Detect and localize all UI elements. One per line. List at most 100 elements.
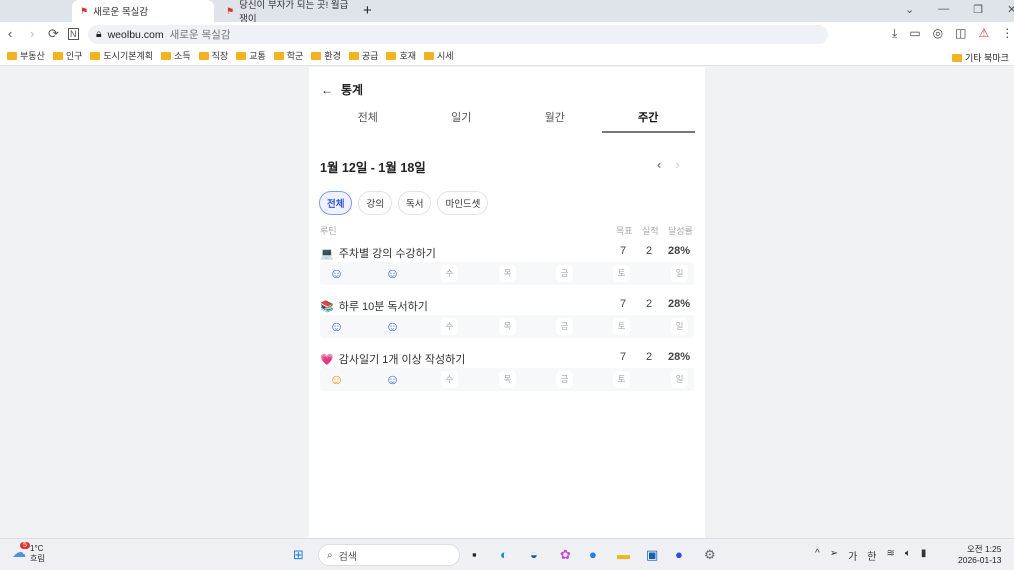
filter-chip[interactable]: 독서 xyxy=(397,191,432,215)
windows-start-icon[interactable]: ⊞ xyxy=(293,547,304,563)
split-view-icon[interactable]: ◫ xyxy=(955,26,966,41)
period-tabs: 전체 일기 월간 주간 xyxy=(321,109,695,133)
bookmark-folder[interactable]: 도시기본계획 xyxy=(90,49,153,62)
day-cell[interactable]: 목 xyxy=(499,265,516,282)
filter-chip[interactable]: 강의 xyxy=(358,191,392,215)
back-icon[interactable]: ‹ xyxy=(8,26,12,41)
bing-icon[interactable]: ● xyxy=(675,547,683,562)
books-icon: 📚 xyxy=(320,300,334,313)
routine-row: 💻 주차별 강의 수강하기 7 2 28% ☺ ☺ 수 목 금 토 일 xyxy=(320,245,694,295)
bookmarks-bar: 부동산 인구 도시기본계획 소득 직장 교통 학군 환경 공급 호재 시세 xyxy=(0,46,1014,66)
other-bookmarks[interactable]: 기타 북마크 xyxy=(952,51,1009,64)
filter-chip[interactable]: 전체 xyxy=(319,191,353,215)
smiley-check-icon[interactable]: ☺ xyxy=(328,265,345,282)
weather-desc: 흐림 xyxy=(30,554,45,563)
bookmark-folder[interactable]: 호재 xyxy=(386,49,416,62)
day-cell[interactable]: 수 xyxy=(441,371,458,388)
filter-chip[interactable]: 마인드셋 xyxy=(437,191,489,215)
bookmark-folder[interactable]: 직장 xyxy=(198,49,228,62)
prev-week-icon[interactable]: ‹ xyxy=(657,157,661,172)
lock-icon: 🔒︎ xyxy=(96,28,102,40)
task-view-icon[interactable]: ▪ xyxy=(472,547,477,562)
day-cell[interactable]: 일 xyxy=(671,318,688,335)
stats-page: ← 통계 전체 일기 월간 주간 1월 12일 - 1월 18일 ‹ › 전체 강의 독서 마인… xyxy=(309,67,705,538)
tab-period[interactable]: 일기 xyxy=(415,109,509,133)
day-cell[interactable]: 토 xyxy=(613,265,630,282)
screenshot-icon[interactable]: ◎ xyxy=(933,26,943,41)
search-label: 검색 xyxy=(338,551,358,563)
day-cell[interactable]: 수 xyxy=(441,318,458,335)
bookmark-folder[interactable]: 소득 xyxy=(161,49,191,62)
day-cell[interactable]: 일 xyxy=(671,371,688,388)
app-icon[interactable]: ◒ xyxy=(530,547,538,562)
warning-icon[interactable]: ⚠ xyxy=(978,26,989,41)
new-tab-button[interactable]: + xyxy=(363,2,372,19)
day-cell[interactable]: 일 xyxy=(671,265,688,282)
copilot-icon[interactable]: ✿ xyxy=(560,547,571,563)
weather-widget[interactable]: ☁ 5 1°C 흐림 xyxy=(12,542,45,564)
quick-assist-icon[interactable]: ● xyxy=(589,547,597,562)
header-routine: 루틴 xyxy=(320,226,337,236)
chevron-up-icon[interactable]: ^ xyxy=(815,548,820,563)
edge-icon[interactable]: ◐ xyxy=(500,547,508,562)
smiley-check-icon[interactable]: ☺ xyxy=(384,265,401,282)
ime-mode[interactable]: 가 xyxy=(848,548,857,563)
bookmark-folder[interactable]: 공급 xyxy=(348,49,378,62)
minimize-icon[interactable]: — xyxy=(938,3,949,16)
date-range: 1월 12일 - 1월 18일 xyxy=(320,161,426,175)
routine-name: 📚 하루 10분 독서하기 xyxy=(320,298,428,314)
day-cell[interactable]: 금 xyxy=(556,371,573,388)
extension-n-icon[interactable]: N xyxy=(68,28,79,40)
bookmark-folder[interactable]: 교통 xyxy=(236,49,266,62)
restore-icon[interactable]: ❐ xyxy=(973,3,983,16)
day-row: ☺ ☺ 수 목 금 토 일 xyxy=(320,368,694,391)
wifi-icon[interactable]: ≋ xyxy=(887,548,895,563)
day-cell[interactable]: 토 xyxy=(613,371,630,388)
tab-period[interactable]: 월간 xyxy=(508,109,602,133)
day-row: ☺ ☺ 수 목 금 토 일 xyxy=(320,262,694,285)
tab-search-icon[interactable]: ⌄ xyxy=(905,3,914,16)
reload-icon[interactable]: ⟳ xyxy=(48,26,59,42)
day-row: ☺ ☺ 수 목 금 토 일 xyxy=(320,315,694,338)
url-input[interactable]: 🔒︎ weolbu.com 새로운 목실감 xyxy=(88,25,828,44)
day-cell[interactable]: 토 xyxy=(613,318,630,335)
smiley-check-icon[interactable]: ☺ xyxy=(328,318,345,335)
bookmark-folder[interactable]: 인구 xyxy=(52,49,82,62)
taskbar-search[interactable]: ⌕ 검색 xyxy=(318,544,460,566)
tab-active[interactable]: ⚑ 새로운 목실감 xyxy=(72,0,214,22)
bookmark-folder[interactable]: 시세 xyxy=(424,49,454,62)
smiley-check-icon[interactable]: ☺ xyxy=(384,371,401,388)
bookmark-folder[interactable]: 부동산 xyxy=(7,49,45,62)
smiley-check-icon[interactable]: ☺ xyxy=(384,318,401,335)
day-cell[interactable]: 목 xyxy=(499,371,516,388)
next-week-icon[interactable]: › xyxy=(675,157,679,172)
file-explorer-icon[interactable]: ▬ xyxy=(617,547,630,562)
location-icon[interactable]: ➢ xyxy=(830,548,838,563)
battery-icon[interactable]: ▮ xyxy=(921,548,927,563)
camera-icon[interactable]: ▭ xyxy=(909,26,920,41)
close-icon[interactable]: ✕ xyxy=(1007,3,1014,16)
day-cell[interactable]: 목 xyxy=(499,318,516,335)
bookmark-folder[interactable]: 학군 xyxy=(273,49,303,62)
smiley-check-icon[interactable]: ☺ xyxy=(328,371,345,388)
store-icon[interactable]: ▣ xyxy=(646,547,658,563)
settings-gear-icon[interactable]: ⚙ xyxy=(704,547,716,563)
ime-lang[interactable]: 한 xyxy=(867,548,876,563)
bookmark-folder[interactable]: 환경 xyxy=(311,49,341,62)
day-cell[interactable]: 금 xyxy=(556,265,573,282)
routine-name: 💗 감사일기 1개 이상 작성하기 xyxy=(320,351,465,367)
tab-period[interactable]: 전체 xyxy=(321,109,415,133)
tab-inactive[interactable]: ⚑ 당신이 부자가 되는 곳! 월급쟁이 xyxy=(218,0,356,25)
day-cell[interactable]: 수 xyxy=(441,265,458,282)
clock[interactable]: 오전 1:25 2026-01-13 xyxy=(958,544,1001,566)
back-arrow-icon[interactable]: ← xyxy=(321,83,333,97)
forward-icon[interactable]: › xyxy=(30,26,34,41)
browser-tab-strip: ⚑ 새로운 목실감 ⚑ 당신이 부자가 되는 곳! 월급쟁이 + ⌄ — ❐ ✕ xyxy=(0,0,1014,25)
tab-period[interactable]: 주간 xyxy=(601,109,695,133)
folder-icon xyxy=(236,51,247,60)
header-actual: 실적 xyxy=(642,226,659,236)
day-cell[interactable]: 금 xyxy=(556,318,573,335)
download-icon[interactable]: ⤓ xyxy=(892,26,897,41)
menu-icon[interactable]: ⋮ xyxy=(1001,26,1013,41)
volume-icon[interactable]: 🔈︎ xyxy=(905,548,911,563)
